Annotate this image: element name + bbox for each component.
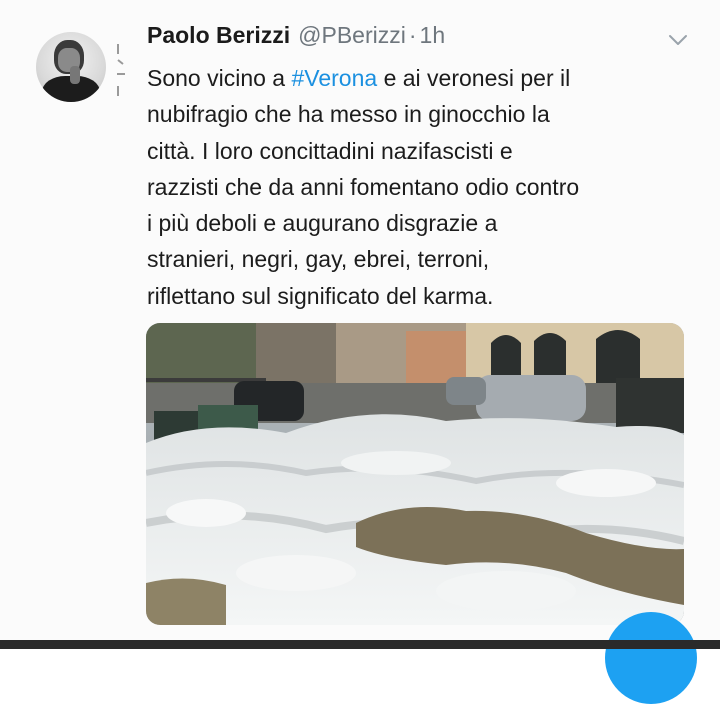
text-segment: e ai veronesi per il bbox=[377, 65, 571, 91]
author-handle[interactable]: @PBerizzi bbox=[298, 22, 406, 49]
tweet-text-line: stranieri, negri, gay, ebrei, terroni, bbox=[147, 246, 490, 273]
tweet-photo[interactable] bbox=[146, 323, 684, 625]
tweet-header: Paolo Berizzi @PBerizzi · 1h bbox=[147, 22, 445, 54]
tweet-text-line: città. I loro concittadini nazifascisti … bbox=[147, 137, 513, 164]
tweet-card[interactable]: Paolo Berizzi @PBerizzi · 1h Sono vicino… bbox=[0, 0, 720, 704]
text-segment: Sono vicino a bbox=[147, 65, 292, 91]
hashtag-link[interactable]: #Verona bbox=[291, 65, 377, 91]
tweet-text-line: riflettano sul significato del karma. bbox=[147, 282, 494, 309]
header-separator: · bbox=[408, 22, 417, 48]
tweet-text-line: nubifragio che ha messo in ginocchio la bbox=[147, 101, 550, 128]
author-name[interactable]: Paolo Berizzi bbox=[147, 22, 290, 49]
tweet-text-line: i più deboli e augurano disgrazie a bbox=[147, 210, 498, 237]
tweet-text-line: Sono vicino a #Verona e ai veronesi per … bbox=[147, 60, 707, 96]
avatar[interactable] bbox=[36, 32, 106, 102]
tweet-text-line: razzisti che da anni fomentano odio cont… bbox=[147, 173, 580, 200]
system-navigation-bar bbox=[0, 640, 720, 649]
tweet-timestamp[interactable]: 1h bbox=[420, 22, 446, 49]
flooded-street-photo bbox=[146, 323, 684, 625]
compose-tweet-button[interactable] bbox=[605, 612, 697, 704]
avatar-hand-shape bbox=[70, 66, 80, 84]
chevron-down-icon[interactable] bbox=[666, 30, 690, 50]
avatar-edge-decoration bbox=[117, 44, 125, 96]
tweet-text: Sono vicino a #Verona e ai veronesi per … bbox=[147, 60, 707, 314]
